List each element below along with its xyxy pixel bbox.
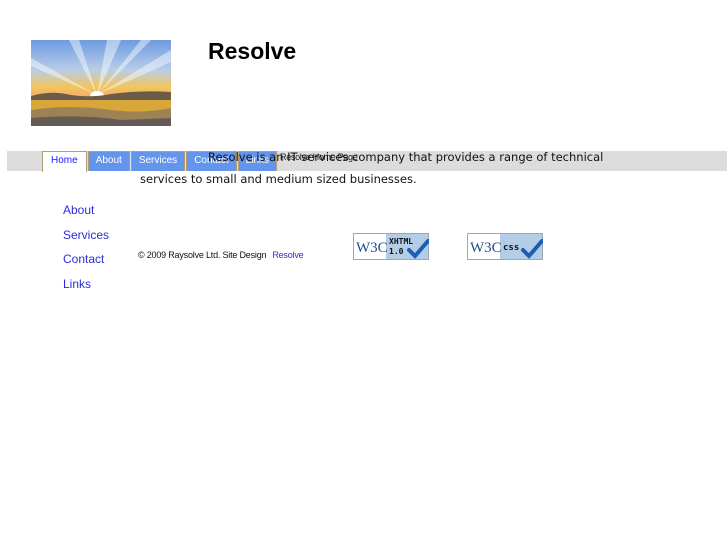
footer: © 2009 Raysolve Ltd. Site Design Resolve [138, 250, 304, 260]
site-title: Resolve [208, 38, 297, 64]
sidebar-item-services[interactable]: Services [63, 223, 109, 248]
tab-about[interactable]: About [87, 151, 130, 171]
sidebar-nav: About Services Contact Links [63, 198, 109, 296]
w3c-css-badge[interactable]: W3C css [467, 233, 544, 260]
tab-home[interactable]: Home [42, 151, 87, 172]
css-label: css [503, 243, 519, 253]
copyright-text: © 2009 Raysolve Ltd. Site Design [138, 250, 267, 260]
intro-text: Resolve is an IT services company that p… [140, 143, 610, 193]
designer-link[interactable]: Resolve [272, 250, 303, 260]
w3c-brand-text: W3C [470, 240, 502, 256]
sidebar-item-contact[interactable]: Contact [63, 247, 109, 272]
site-logo [31, 40, 171, 126]
xhtml-version: 1.0 [389, 247, 404, 256]
w3c-brand-text: W3C [356, 240, 388, 256]
sidebar-item-about[interactable]: About [63, 198, 109, 223]
w3c-xhtml-badge[interactable]: W3C XHTML 1.0 [353, 233, 430, 260]
xhtml-label: XHTML [389, 237, 413, 246]
sidebar-item-links[interactable]: Links [63, 272, 109, 297]
